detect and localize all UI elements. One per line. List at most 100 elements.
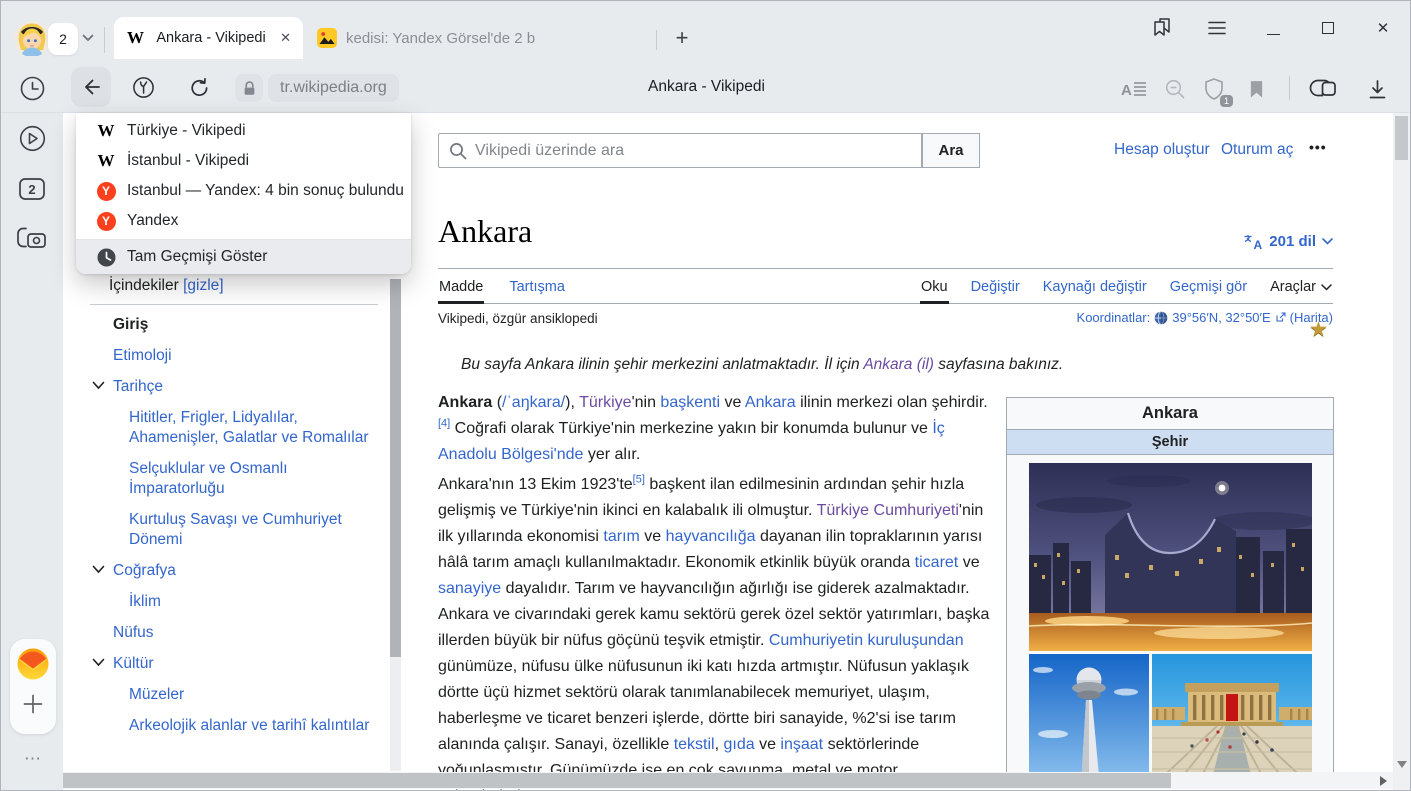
sidebar-media-button[interactable] [15, 121, 49, 155]
toc-collapse-icon[interactable] [92, 565, 105, 574]
inline-link[interactable]: İç Anadolu Bölgesi'nde [438, 420, 945, 463]
coordinates-value-link[interactable]: 39°56′N, 32°50′E [1172, 310, 1270, 325]
toc-scrollbar[interactable] [390, 279, 401, 771]
add-panel-button[interactable] [22, 693, 44, 715]
language-selector[interactable]: A 201 dil [1203, 233, 1333, 250]
minimize-button[interactable] [1255, 11, 1291, 45]
vertical-scrollbar[interactable] [1393, 113, 1410, 791]
login-link[interactable]: Oturum aç [1221, 141, 1293, 159]
history-item-yandex[interactable]: Y Yandex [76, 206, 411, 236]
inline-link[interactable]: Ankara [745, 394, 796, 411]
inline-link[interactable]: inşaat [780, 736, 823, 753]
ankara-skyline-night-image[interactable] [1029, 463, 1312, 651]
toc-item-iklim[interactable]: İklim [86, 592, 382, 612]
extensions-button[interactable] [1307, 75, 1339, 101]
inline-link[interactable]: Türkiye Cumhuriyeti [817, 502, 959, 519]
reader-mode-button[interactable]: A [1118, 77, 1148, 101]
tab-ankara-vikipedi[interactable]: W Ankara - Vikipedi ✕ [114, 17, 303, 59]
toc-item-giris[interactable]: Giriş [86, 315, 382, 335]
scroll-right-arrow-icon[interactable] [1380, 776, 1387, 786]
toc-item-kultur[interactable]: Kültür [86, 654, 382, 674]
address-bar[interactable]: tr.wikipedia.org [268, 74, 399, 102]
sidebar-screenshot-button[interactable] [15, 222, 49, 256]
tab-madde[interactable]: Madde [438, 271, 484, 303]
tab-gecmisi-gor[interactable]: Geçmişi gör [1169, 271, 1248, 303]
downloads-button[interactable] [1363, 75, 1391, 103]
protect-shield-button[interactable]: 1 [1199, 73, 1229, 105]
toc-hide-link[interactable]: [gizle] [183, 277, 224, 294]
show-full-history-item[interactable]: Tam Geçmişi Göster [76, 240, 411, 274]
toc-item-nufus[interactable]: Nüfus [86, 623, 382, 643]
wiki-search-box[interactable] [438, 133, 922, 168]
atakule-tower-image[interactable] [1029, 654, 1149, 787]
inline-link[interactable]: tekstil [674, 736, 715, 753]
user-menu-dots[interactable]: ••• [1309, 139, 1327, 155]
inline-link[interactable]: Türkiye [579, 394, 631, 411]
inline-link[interactable]: hayvancılığa [666, 528, 756, 545]
sidebar-history-button[interactable] [15, 71, 49, 105]
toc-collapse-icon[interactable] [92, 381, 105, 390]
extensions-icon [1309, 77, 1337, 100]
horizontal-scrollbar[interactable] [63, 772, 1393, 789]
inline-link[interactable]: Cumhuriyetin kuruluşundan [769, 632, 964, 649]
wiki-search-submit-button[interactable]: Ara [922, 133, 980, 168]
toc-item-hititler[interactable]: Hititler, Frigler, Lidyalılar, Ahamenişl… [86, 408, 382, 448]
reference-link[interactable]: [4] [438, 418, 450, 430]
yandex-mail-button[interactable] [16, 647, 50, 681]
bookmark-page-button[interactable] [1244, 77, 1268, 101]
back-button[interactable] [71, 67, 111, 107]
inline-link[interactable]: başkenti [660, 394, 720, 411]
toc-item-tarihce[interactable]: Tarihçe [86, 377, 382, 397]
inline-link[interactable]: /ˈaŋkara/ [502, 394, 565, 411]
bookmarks-panel-button[interactable] [1144, 11, 1180, 45]
yandex-home-button[interactable] [128, 72, 158, 102]
tab-counter[interactable]: 2 [48, 23, 78, 55]
inline-link[interactable]: Ankara (il) [863, 356, 934, 373]
reference-link[interactable]: [5] [633, 474, 645, 486]
new-tab-button[interactable]: + [667, 23, 697, 53]
toc-item-muzeler[interactable]: Müzeler [86, 685, 382, 705]
tab-degistir[interactable]: Değiştir [970, 271, 1021, 303]
toc-scrollbar-thumb[interactable] [390, 279, 401, 657]
tab-tartisma[interactable]: Tartışma [508, 271, 566, 303]
maximize-button[interactable] [1310, 11, 1346, 45]
tab-kaynagi-degistir[interactable]: Kaynağı değiştir [1042, 271, 1148, 303]
toc-item-etimoloji[interactable]: Etimoloji [86, 346, 382, 366]
anitkabir-image[interactable] [1152, 654, 1312, 787]
inline-link[interactable]: sanayiye [438, 580, 501, 597]
profile-avatar[interactable] [14, 21, 50, 57]
tabs-count-icon: 2 [18, 177, 46, 201]
tab-araclar[interactable]: Araçlar [1269, 271, 1333, 303]
site-security-button[interactable] [235, 74, 263, 102]
refresh-button[interactable] [184, 72, 214, 102]
inline-link[interactable]: gıda [723, 736, 754, 753]
toc-item-cografya[interactable]: Coğrafya [86, 561, 382, 581]
history-item-turkiye[interactable]: W Türkiye - Vikipedi [76, 116, 411, 146]
coordinates-label-link[interactable]: Koordinatlar: [1077, 310, 1151, 325]
toc-item-selcuklular[interactable]: Selçuklular ve Osmanlı İmparatorluğu [86, 459, 382, 499]
sidebar-more-button[interactable]: ⋯ [19, 749, 47, 769]
browser-menu-button[interactable] [1199, 11, 1235, 45]
sidebar-tabs-button[interactable]: 2 [15, 172, 49, 206]
vertical-scrollbar-thumb[interactable] [1395, 116, 1408, 160]
toc-collapse-icon[interactable] [92, 658, 105, 667]
coordinates-row: Koordinatlar: 39°56′N, 32°50′E (Harita) [1003, 310, 1333, 325]
tab-oku[interactable]: Oku [920, 271, 949, 303]
toc-item-arkeolojik[interactable]: Arkeolojik alanlar ve tarihî kalıntılar [86, 716, 382, 736]
wiki-search-input[interactable] [475, 142, 921, 160]
inline-link[interactable]: tarım [603, 528, 639, 545]
create-account-link[interactable]: Hesap oluştur [1114, 141, 1210, 159]
inline-link[interactable]: ticaret [915, 554, 959, 571]
tab-close-icon[interactable]: ✕ [278, 30, 293, 46]
tab-yandex-gorsel[interactable]: kedisi: Yandex Görsel'de 2 b [307, 17, 653, 59]
tab-counter-chevron[interactable] [77, 29, 99, 47]
close-window-button[interactable]: ✕ [1365, 11, 1401, 45]
zoom-out-button[interactable] [1161, 75, 1189, 103]
toc-item-kurtulus[interactable]: Kurtuluş Savaşı ve Cumhuriyet Dönemi [86, 510, 382, 550]
history-item-istanbul-wiki[interactable]: W İstanbul - Vikipedi [76, 146, 411, 176]
horizontal-scrollbar-thumb[interactable] [63, 773, 1171, 788]
history-item-istanbul-yandex[interactable]: Y Istanbul — Yandex: 4 bin sonuç bulundu [76, 176, 411, 206]
scroll-down-arrow-icon[interactable] [1397, 761, 1407, 768]
browser-window: 2 W Ankara - Vikipedi ✕ kedisi: Yandex G… [0, 0, 1411, 791]
site-tagline: Vikipedi, özgür ansiklopedi [438, 311, 598, 326]
